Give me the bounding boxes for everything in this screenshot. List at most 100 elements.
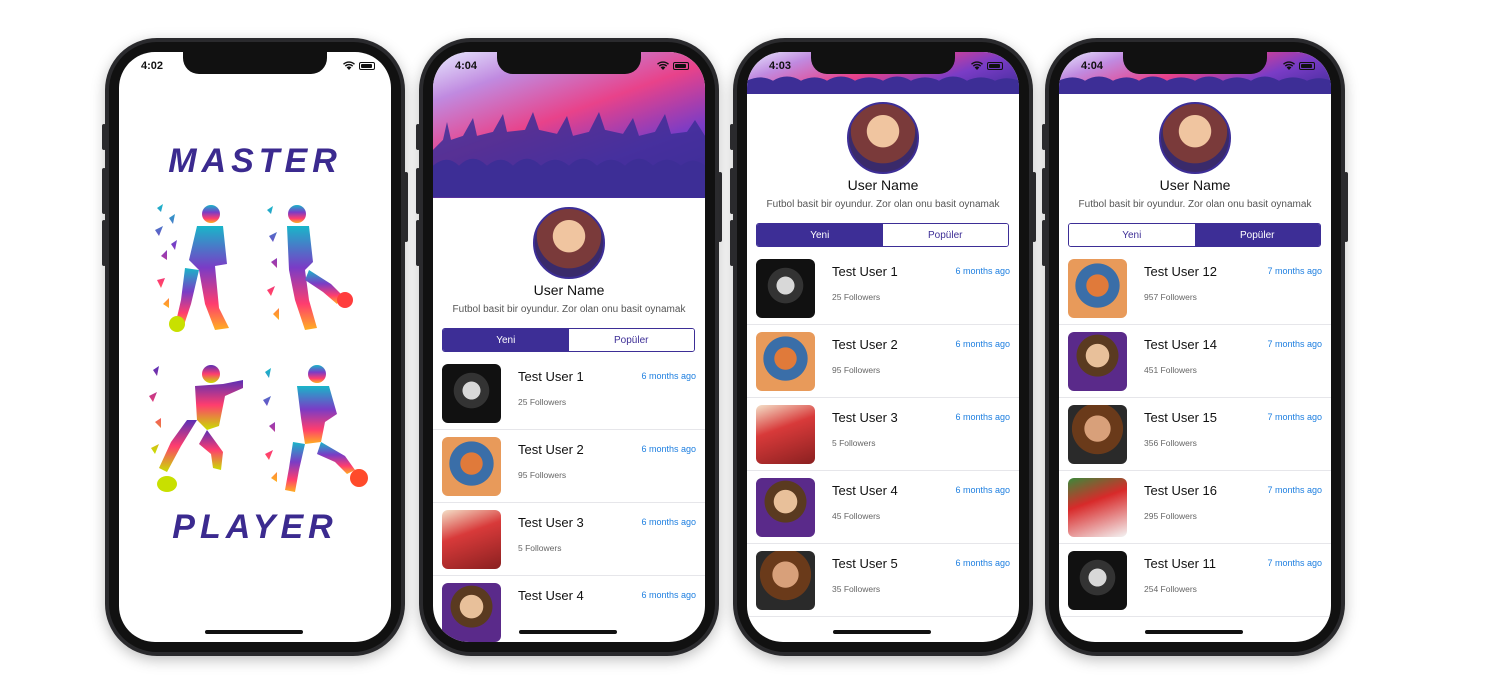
user-time: 6 months ago [641,517,696,527]
user-followers: 95 Followers [518,470,567,480]
profile-screen: 4:04 User Name Futbol basit bir oyundur.… [433,52,705,642]
user-time: 6 months ago [641,590,696,600]
user-name: Test User 3 [518,515,584,530]
user-time: 6 months ago [955,412,1010,422]
status-time: 4:04 [1081,60,1104,72]
profile-bio: Futbol basit bir oyundur. Zor olan onu b… [1078,199,1312,210]
profile-bio: Futbol basit bir oyundur. Zor olan onu b… [452,304,686,315]
user-thumbnail [756,332,815,391]
battery-icon [1299,61,1315,70]
status-icons [1283,61,1315,70]
user-followers: 254 Followers [1144,584,1197,594]
segmented-control: Yeni Popüler [1068,223,1321,247]
user-time: 6 months ago [641,444,696,454]
player-silhouette-icon [263,365,368,492]
notch [1123,52,1267,74]
user-thumbnail [1068,551,1127,610]
power-button [404,172,408,242]
list-item[interactable]: Test User 2 95 Followers 6 months ago [433,430,705,503]
user-time: 6 months ago [955,485,1010,495]
tab-new[interactable]: Yeni [1069,224,1195,246]
notch [811,52,955,74]
user-name: Test User 4 [518,588,584,603]
list-item[interactable]: Test User 5 35 Followers 6 months ago [747,544,1019,617]
profile-screen: 4:03 User Name Futbol basit bir oyundur.… [747,52,1019,642]
list-item[interactable]: Test User 1 25 Followers 6 months ago [747,252,1019,325]
user-time: 6 months ago [955,558,1010,568]
user-thumbnail [1068,478,1127,537]
volume-down-button [1042,220,1046,266]
phone-profile-scrolled-popular: 4:04 User Name Futbol basit bir oyundur.… [1042,38,1348,656]
power-button [718,172,722,242]
phone-splash: 4:02 MASTER PLAYER [102,38,408,656]
list-item[interactable]: Test User 12 957 Followers 7 months ago [1059,252,1331,325]
list-item[interactable]: Test User 3 5 Followers 6 months ago [747,398,1019,471]
user-thumbnail [756,259,815,318]
header-banner [747,52,1019,94]
home-indicator[interactable] [519,630,617,634]
home-indicator[interactable] [1145,630,1243,634]
user-name: Test User 12 [1144,264,1217,279]
list-item[interactable]: Test User 4 45 Followers 6 months ago [747,471,1019,544]
user-time: 7 months ago [1267,485,1322,495]
user-time: 7 months ago [1267,412,1322,422]
user-time: 7 months ago [1267,339,1322,349]
phone-profile-new: 4:04 User Name Futbol basit bir oyundur.… [416,38,722,656]
list-item[interactable]: Test User 2 95 Followers 6 months ago [747,325,1019,398]
mute-switch [416,124,420,150]
volume-down-button [730,220,734,266]
user-followers: 25 Followers [518,397,567,407]
user-followers: 356 Followers [1144,438,1197,448]
notch [497,52,641,74]
list-item[interactable]: Test User 16 295 Followers 7 months ago [1059,471,1331,544]
avatar[interactable] [533,207,605,279]
power-button [1344,172,1348,242]
list-item[interactable]: Test User 15 356 Followers 7 months ago [1059,398,1331,471]
status-icons [343,61,375,70]
wifi-icon [971,61,983,70]
user-name: Test User 16 [1144,483,1217,498]
segmented-control: Yeni Popüler [756,223,1009,247]
volume-down-button [416,220,420,266]
splash-title-master: MASTER [168,142,342,180]
user-thumbnail [442,437,501,496]
list-item[interactable]: Test User 1 25 Followers 6 months ago [433,357,705,430]
user-name: Test User 11 [1144,556,1217,571]
tab-popular[interactable]: Popüler [568,329,694,351]
avatar[interactable] [1159,102,1231,174]
status-time: 4:04 [455,60,478,72]
splash-screen: 4:02 MASTER PLAYER [119,52,391,642]
wifi-icon [1283,61,1295,70]
profile-username: User Name [1159,177,1231,193]
profile-username: User Name [533,282,605,298]
wifi-icon [343,61,355,70]
home-indicator[interactable] [205,630,303,634]
user-name: Test User 4 [832,483,898,498]
tab-new[interactable]: Yeni [757,224,883,246]
header-banner [433,52,705,198]
list-item[interactable]: Test User 3 5 Followers 6 months ago [433,503,705,576]
user-time: 6 months ago [955,266,1010,276]
profile-username: User Name [847,177,919,193]
header-banner [1059,52,1331,94]
user-name: Test User 3 [832,410,898,425]
status-icons [657,61,689,70]
user-thumbnail [756,478,815,537]
user-time: 6 months ago [641,371,696,381]
tab-new[interactable]: Yeni [443,329,569,351]
user-name: Test User 1 [518,369,584,384]
user-thumbnail [1068,405,1127,464]
volume-down-button [102,220,106,266]
user-time: 6 months ago [955,339,1010,349]
user-name: Test User 1 [832,264,898,279]
avatar[interactable] [847,102,919,174]
volume-up-button [730,168,734,214]
list-item[interactable]: Test User 14 451 Followers 7 months ago [1059,325,1331,398]
tab-popular[interactable]: Popüler [1194,224,1320,246]
user-thumbnail [1068,332,1127,391]
status-icons [971,61,1003,70]
home-indicator[interactable] [833,630,931,634]
tab-popular[interactable]: Popüler [882,224,1008,246]
player-silhouette-icon [267,205,353,330]
list-item[interactable]: Test User 11 254 Followers 7 months ago [1059,544,1331,617]
